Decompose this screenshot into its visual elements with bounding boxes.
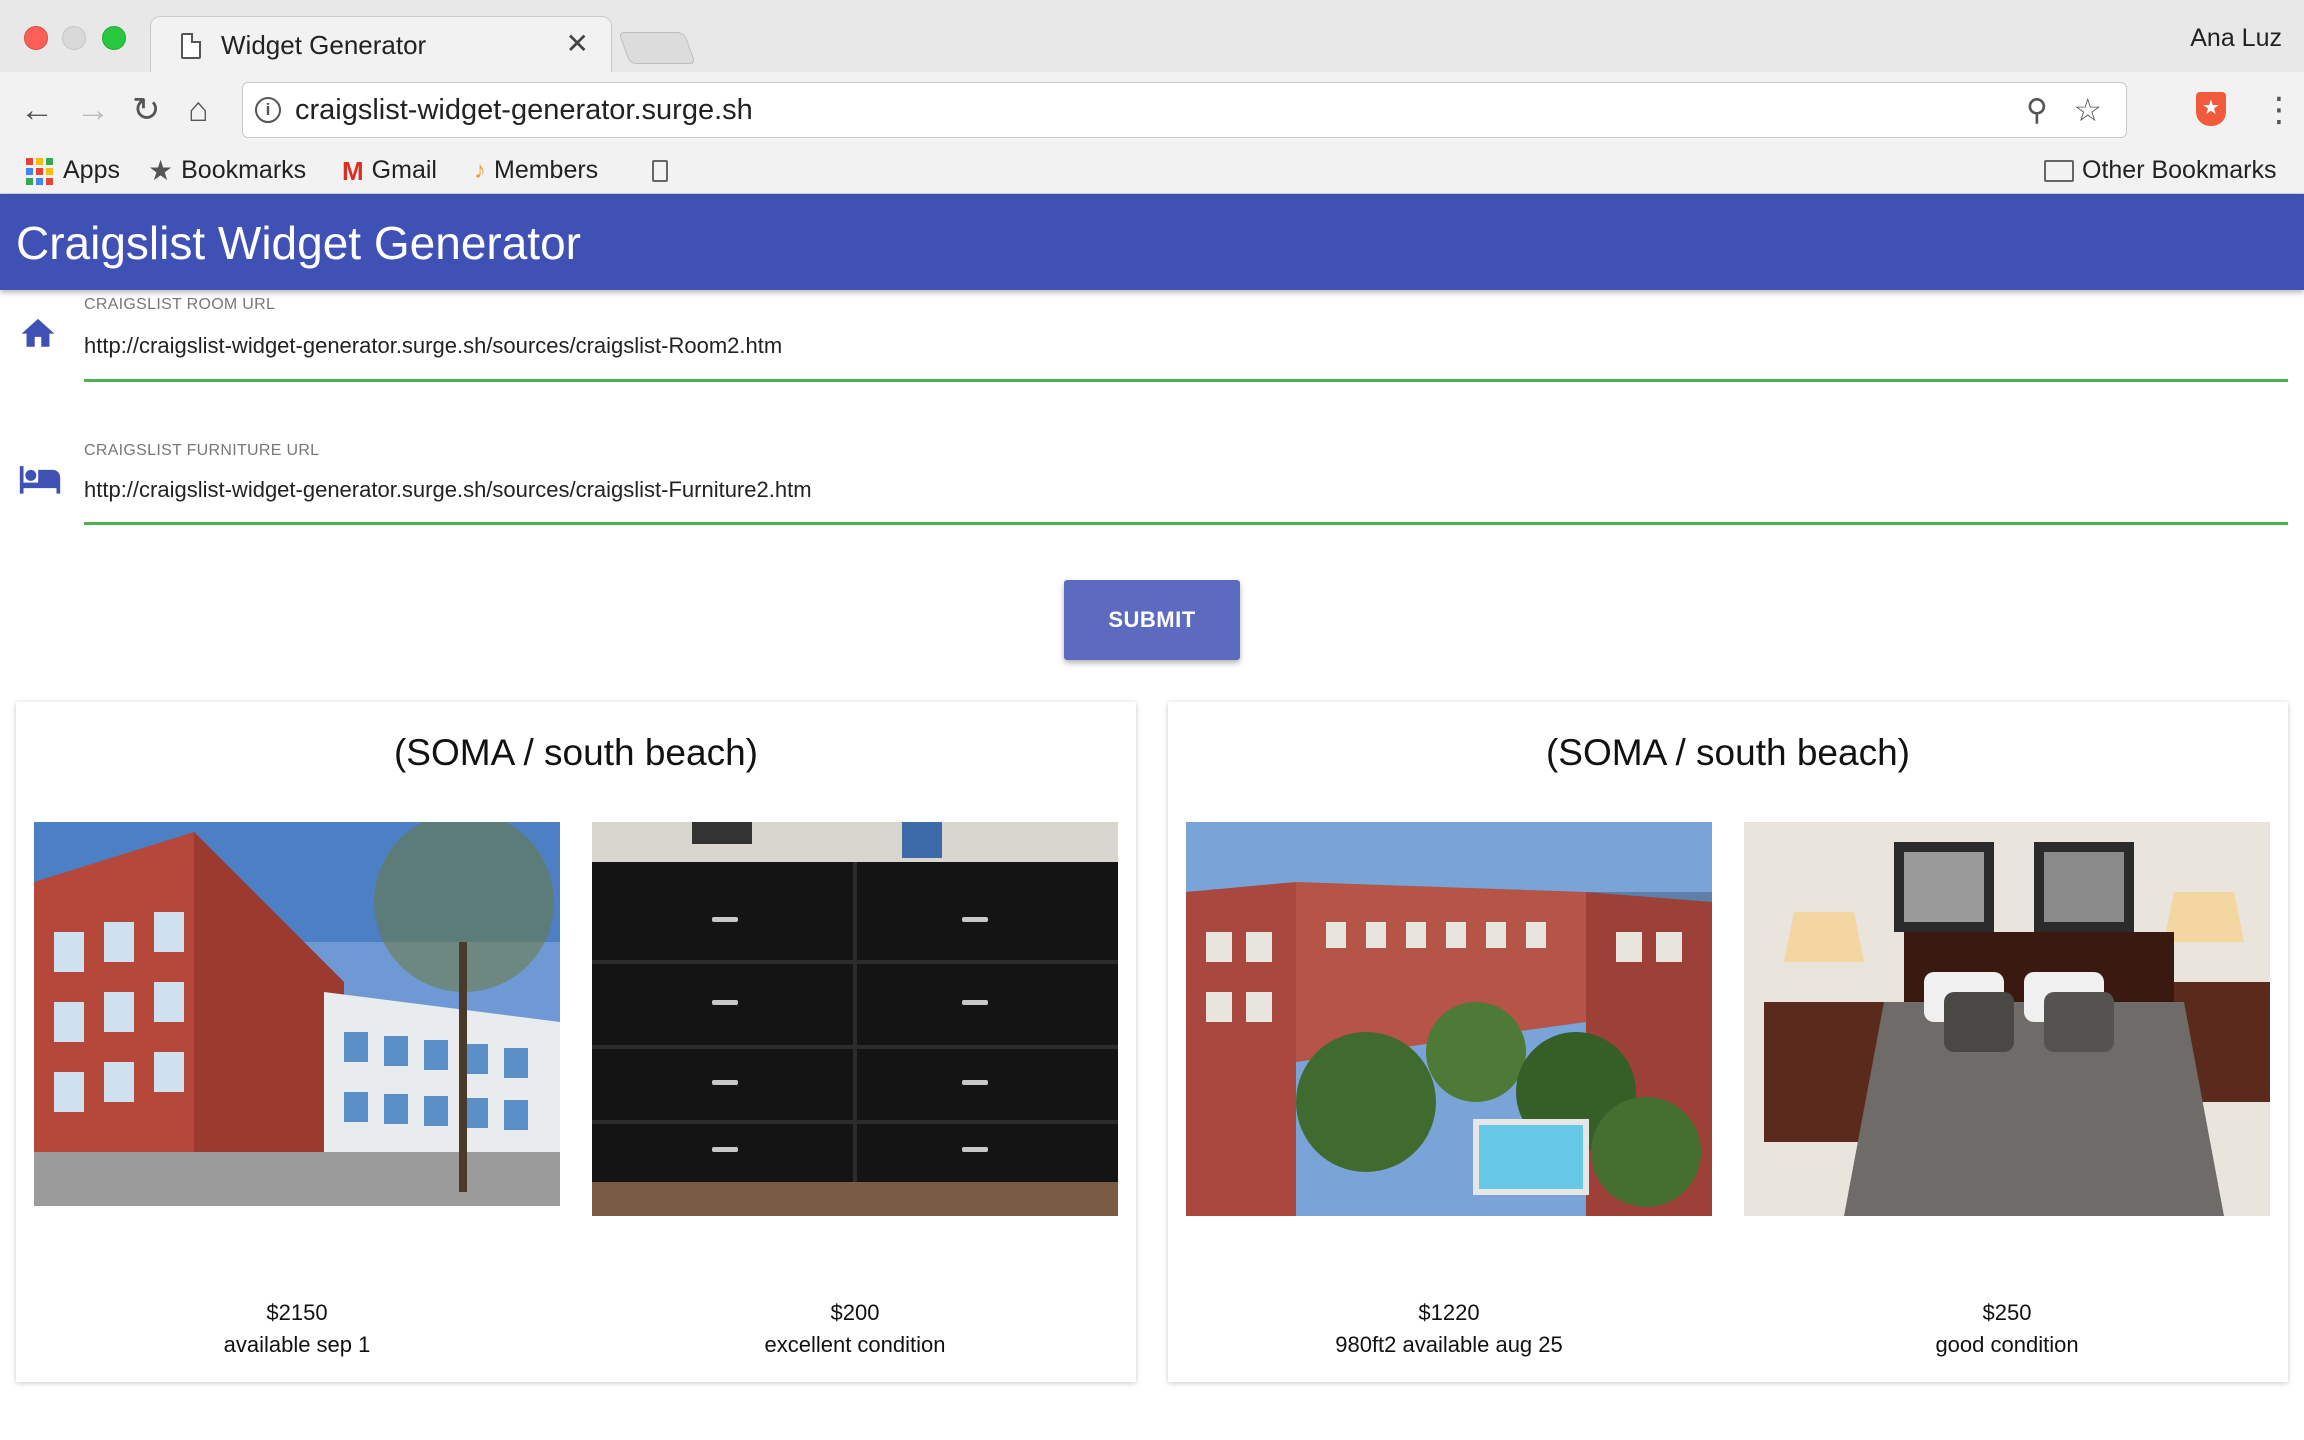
bedroom-photo[interactable] [1744, 822, 2270, 1216]
info-icon[interactable]: i [255, 97, 281, 123]
folder-icon [2044, 160, 2074, 183]
bookmark-star-icon[interactable]: ☆ [2073, 91, 2102, 129]
bookmark-page[interactable] [652, 152, 676, 188]
bookmark-members[interactable]: ♪ Members [474, 152, 598, 188]
listing-description: excellent condition [764, 1332, 946, 1357]
browser-tab[interactable]: Widget Generator ✕ [150, 16, 612, 72]
listing-description: available sep 1 [223, 1332, 371, 1357]
minimize-window-button[interactable] [62, 26, 86, 50]
black-dresser-photo[interactable] [592, 822, 1118, 1216]
star-icon: ★ [148, 155, 174, 187]
listing-price: $2150 [266, 1300, 328, 1325]
listing-item-room[interactable]: $1220 980ft2 available aug 25 [1186, 822, 1712, 1357]
card-title: (SOMA / south beach) [1545, 732, 1910, 773]
reload-icon[interactable]: ↻ [132, 90, 161, 130]
listing-item-furniture[interactable]: $200 excellent condition [592, 822, 1118, 1357]
page-icon [652, 160, 668, 183]
bookmark-gmail[interactable]: M Gmail [342, 152, 437, 188]
home-button-icon[interactable]: ⌂ [188, 90, 209, 130]
submit-button[interactable]: SUBMIT [1064, 580, 1240, 660]
bookmark-apps[interactable]: Apps [26, 152, 120, 188]
apartment-building-photo[interactable] [34, 822, 560, 1206]
room-url-input[interactable] [84, 326, 2288, 366]
listing-description: good condition [1935, 1332, 2079, 1357]
room-url-label: CRAIGSLIST ROOM URL [84, 296, 276, 313]
furniture-url-label: CRAIGSLIST FURNITURE URL [84, 442, 320, 459]
profile-name[interactable]: Ana Luz [2190, 24, 2282, 53]
back-icon[interactable]: ← [20, 90, 54, 130]
bookmarks-bar: Apps ★ Bookmarks M Gmail ♪ Members Other Bo… [0, 148, 2304, 194]
bookmark-label: Bookmarks [181, 156, 307, 184]
forward-icon[interactable]: → [76, 90, 110, 130]
bed-icon [19, 466, 61, 494]
browser-titlebar: Widget Generator ✕ Ana Luz [0, 0, 2304, 72]
gmail-icon: M [342, 156, 364, 187]
tab-title: Widget Generator [221, 30, 427, 60]
apps-grid-icon [26, 157, 53, 185]
other-bookmarks-label: Other Bookmarks [2082, 156, 2277, 184]
page-icon [181, 33, 201, 59]
bookmark-label: Apps [63, 156, 120, 184]
app-header: Craigslist Widget Generator [0, 194, 2304, 290]
listing-price: $1220 [1418, 1300, 1480, 1325]
more-menu-icon[interactable]: ⋮ [2262, 90, 2296, 130]
card-title: (SOMA / south beach) [393, 732, 758, 773]
bookmark-bookmarks[interactable]: ★ Bookmarks [148, 152, 306, 188]
extension-icon[interactable]: ★ [2196, 92, 2226, 126]
listing-price: $250 [1982, 1300, 2032, 1325]
bookmark-label: Gmail [371, 156, 437, 184]
bookmark-label: Members [494, 156, 599, 184]
tab-close-icon[interactable]: ✕ [566, 27, 589, 60]
zoom-icon[interactable]: ⚲ [2026, 93, 2048, 128]
close-window-button[interactable] [24, 26, 48, 50]
new-tab-button[interactable] [618, 32, 696, 64]
members-icon: ♪ [474, 157, 486, 185]
listing-card: (SOMA / south beach) $1220 980ft2 availa… [1168, 702, 2288, 1382]
listing-card: (SOMA / south beach) $2150 available sep… [16, 702, 1136, 1382]
page-title: Craigslist Widget Generator [16, 217, 581, 269]
courtyard-pool-photo[interactable] [1186, 822, 1712, 1216]
listing-item-furniture[interactable]: $250 good condition [1744, 822, 2270, 1357]
furniture-url-input[interactable] [84, 470, 2288, 510]
listing-item-room[interactable]: $2150 available sep 1 [34, 822, 560, 1357]
other-bookmarks[interactable]: Other Bookmarks [2044, 152, 2277, 188]
room-url-underline [84, 379, 2288, 382]
address-url[interactable]: craigslist-widget-generator.surge.sh [295, 94, 753, 127]
browser-toolbar: ← → ↻ ⌂ i craigslist-widget-generator.su… [0, 72, 2304, 148]
maximize-window-button[interactable] [102, 26, 126, 50]
listing-price: $200 [830, 1300, 880, 1325]
listing-description: 980ft2 available aug 25 [1335, 1332, 1563, 1357]
furniture-url-underline [84, 522, 2288, 525]
address-bar[interactable]: i craigslist-widget-generator.surge.sh ⚲… [242, 82, 2127, 138]
home-icon [21, 318, 55, 347]
